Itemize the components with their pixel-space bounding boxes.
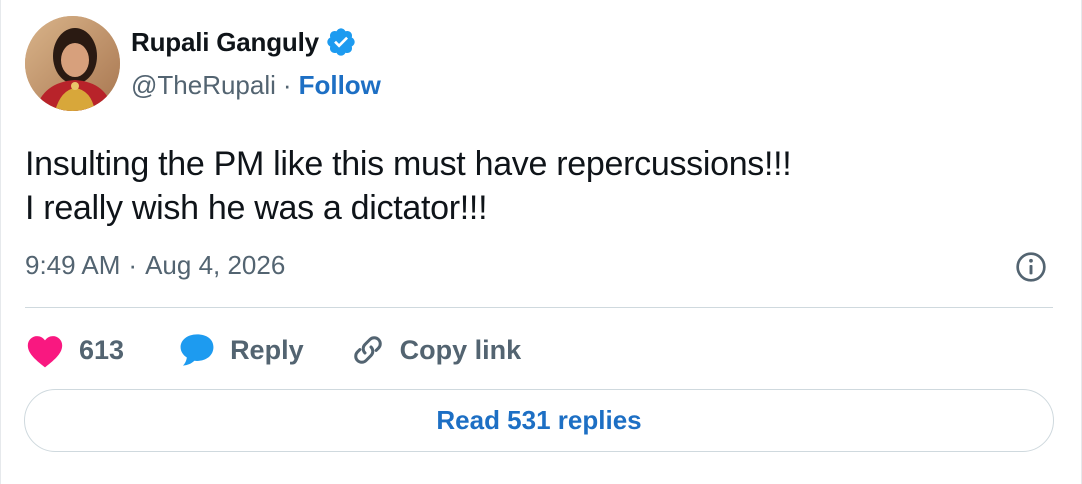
divider [25, 307, 1053, 308]
tweet-text-line: Insulting the PM like this must have rep… [25, 145, 792, 183]
copy-link-label: Copy link [399, 334, 522, 365]
tweet-text-line: I really wish he was a dictator!!! [25, 189, 488, 227]
info-icon[interactable] [1015, 251, 1047, 283]
reply-bubble-icon [180, 334, 214, 366]
tweet-timestamp[interactable]: 9:49 AM · Aug 4, 2026 [25, 250, 285, 281]
action-bar: 613 Reply Copy link [25, 330, 521, 370]
author-display-name[interactable]: Rupali Ganguly [131, 27, 319, 58]
avatar[interactable] [25, 16, 120, 111]
author-handle[interactable]: @TheRupali [131, 70, 276, 101]
follow-button[interactable]: Follow [299, 70, 381, 101]
copy-link-button[interactable]: Copy link [350, 332, 522, 368]
like-count: 613 [79, 334, 125, 365]
heart-icon [27, 336, 63, 368]
tweet-date: Aug 4, 2026 [145, 250, 286, 280]
author-name-row: Rupali Ganguly [131, 26, 357, 58]
separator-dot: · [128, 250, 138, 280]
tweet-text: Insulting the PM like this must have rep… [25, 142, 1041, 230]
tweet-time: 9:49 AM [25, 250, 121, 280]
author-handle-row: @TheRupali · Follow [131, 70, 381, 101]
reply-button[interactable]: Reply [178, 332, 304, 368]
link-icon [353, 336, 382, 364]
avatar-image [25, 16, 120, 111]
separator-dot: · [282, 70, 292, 100]
read-replies-button[interactable]: Read 531 replies [24, 389, 1054, 452]
tweet-card: Rupali Ganguly @TheRupali · Follow Insul… [0, 0, 1082, 484]
reply-label: Reply [230, 334, 304, 365]
like-button[interactable]: 613 [25, 332, 124, 368]
verified-badge-icon [327, 28, 355, 56]
